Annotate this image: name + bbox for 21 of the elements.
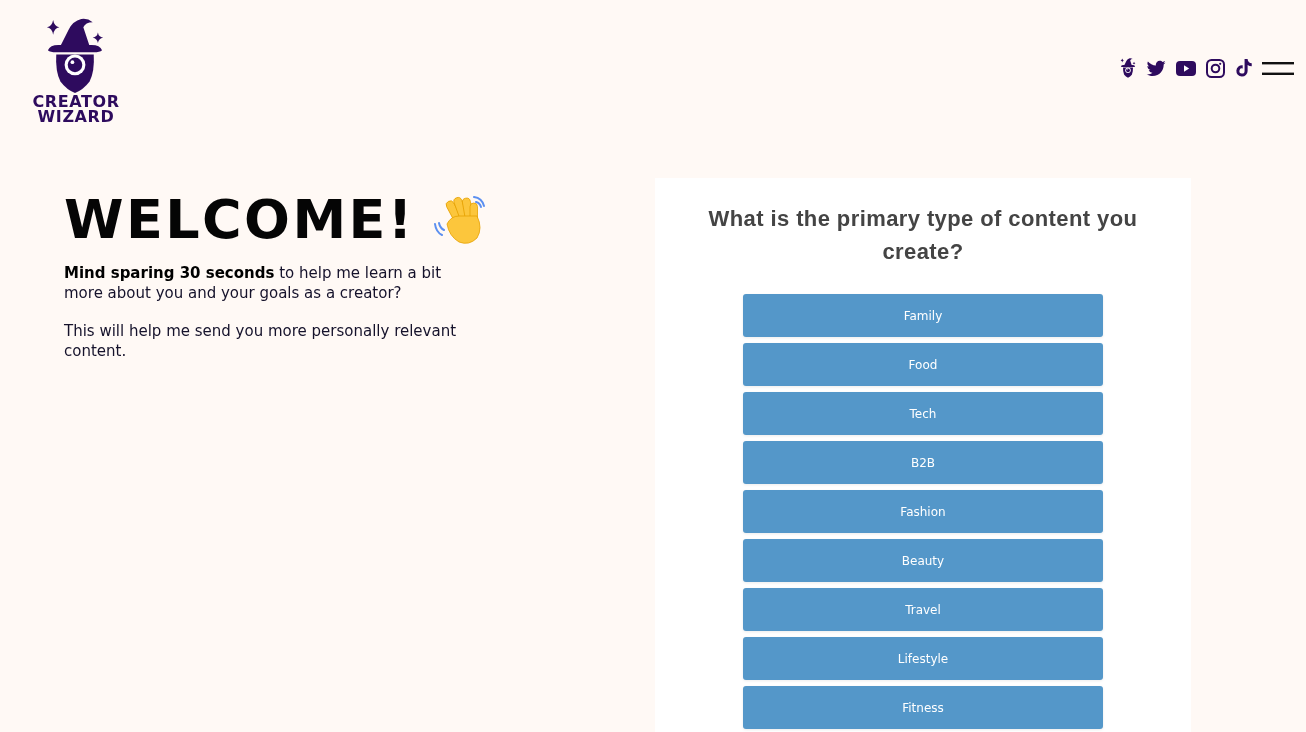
- intro-text: Mind sparing 30 seconds to help me learn a bit more about you and your goals as a creator?: [64, 263, 443, 303]
- bird-icon[interactable]: [1146, 59, 1166, 77]
- brand-name[interactable]: CREATOR: [27, 94, 125, 109]
- camera-icon[interactable]: [1206, 58, 1225, 78]
- option-button[interactable]: Family: [743, 294, 1103, 337]
- option-button[interactable]: B2B: [743, 441, 1103, 484]
- brand-name[interactable]: WIZARD: [27, 109, 125, 124]
- welcome-heading: WELCOME!: [64, 193, 415, 247]
- music-note-icon[interactable]: [1235, 58, 1252, 78]
- option-button[interactable]: Food: [743, 343, 1103, 386]
- intro-text: This will help me send you more personally relevant content.: [64, 321, 458, 361]
- option-button[interactable]: Fashion: [743, 490, 1103, 533]
- question-heading: What is the primary type of content you create?: [707, 205, 1139, 266]
- option-button[interactable]: Fitness: [743, 686, 1103, 729]
- video-play-icon[interactable]: [1176, 60, 1196, 76]
- option-button[interactable]: Tech: [743, 392, 1103, 435]
- option-button[interactable]: Travel: [743, 588, 1103, 631]
- menu-icon[interactable]: [1262, 61, 1294, 75]
- option-button[interactable]: Lifestyle: [743, 637, 1103, 680]
- option-button[interactable]: Beauty: [743, 539, 1103, 582]
- wizard-icon[interactable]: [1120, 58, 1136, 78]
